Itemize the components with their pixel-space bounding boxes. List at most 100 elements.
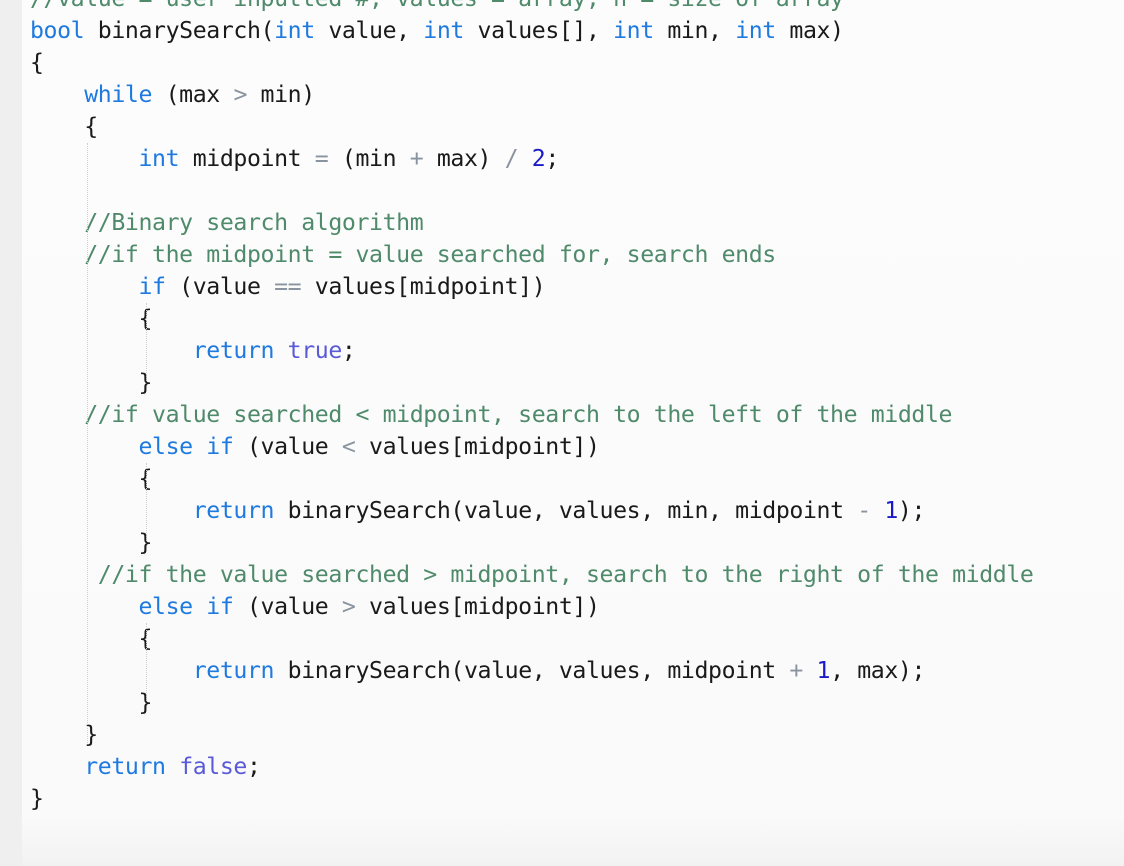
code-line[interactable]: } bbox=[30, 367, 1033, 399]
keyword: int bbox=[613, 17, 654, 44]
code-line[interactable]: { bbox=[30, 303, 1033, 335]
code-text: (value bbox=[233, 433, 342, 460]
indent-guide bbox=[146, 463, 147, 541]
keyword: return bbox=[84, 753, 166, 780]
code-line[interactable]: return false; bbox=[30, 751, 1033, 783]
comment: //value = user inputted #, values = arra… bbox=[30, 0, 844, 12]
code-text: ; bbox=[545, 145, 559, 172]
code-line[interactable]: //value = user inputted #, values = arra… bbox=[30, 0, 1033, 15]
operator: > bbox=[341, 593, 356, 620]
code-line[interactable]: bool binarySearch(int value, int values[… bbox=[30, 15, 1033, 47]
code-text: { bbox=[30, 113, 98, 140]
code-text: } bbox=[30, 785, 44, 812]
code-line[interactable]: return true; bbox=[30, 335, 1033, 367]
operator: == bbox=[274, 273, 302, 300]
literal: false bbox=[179, 753, 247, 780]
code-line[interactable]: { bbox=[30, 47, 1033, 79]
comment: //if the midpoint = value searched for, … bbox=[84, 241, 776, 268]
keyword: return bbox=[192, 657, 275, 684]
code-text: (value bbox=[165, 273, 275, 300]
code-text: max) bbox=[423, 145, 505, 172]
code-line[interactable]: return binarySearch(value, values, midpo… bbox=[30, 655, 1033, 687]
code-text: { bbox=[30, 49, 44, 76]
code-text: { bbox=[30, 625, 153, 652]
operator: < bbox=[341, 433, 356, 460]
code-line[interactable]: //if the midpoint = value searched for, … bbox=[30, 239, 1033, 271]
code-text: } bbox=[30, 369, 153, 396]
code-line[interactable]: { bbox=[30, 623, 1033, 655]
operator: = bbox=[314, 145, 329, 172]
code-line[interactable] bbox=[30, 175, 1033, 207]
keyword: return bbox=[192, 337, 275, 364]
code-line[interactable]: else if (value > values[midpoint]) bbox=[30, 591, 1033, 623]
code-line[interactable]: } bbox=[30, 527, 1033, 559]
code-editor[interactable]: //value = user inputted #, values = arra… bbox=[22, 0, 1124, 866]
code-text: , max); bbox=[830, 657, 926, 684]
code-text: values[midpoint]) bbox=[355, 593, 600, 620]
code-text: { bbox=[30, 305, 153, 332]
code-line[interactable]: { bbox=[30, 111, 1033, 143]
code-line[interactable]: int midpoint = (min + max) / 2; bbox=[30, 143, 1033, 175]
code-line[interactable]: } bbox=[30, 719, 1033, 751]
keyword: if bbox=[138, 273, 166, 300]
keyword: else if bbox=[138, 593, 234, 620]
code-text: binarySearch(value, values, min, midpoin… bbox=[274, 497, 858, 524]
code-line[interactable]: while (max > min) bbox=[30, 79, 1033, 111]
keyword: while bbox=[84, 81, 153, 108]
comment: //if the value searched > midpoint, sear… bbox=[97, 561, 1034, 588]
code-text: binarySearch(value, values, midpoint bbox=[274, 657, 790, 684]
code-line[interactable]: else if (value < values[midpoint]) bbox=[30, 431, 1033, 463]
indent-guide bbox=[146, 303, 147, 381]
comment: //if value searched < midpoint, search t… bbox=[84, 401, 953, 428]
code-line[interactable]: } bbox=[30, 687, 1033, 719]
operator: + bbox=[789, 657, 803, 684]
number: 1 bbox=[884, 497, 898, 524]
keyword: int bbox=[735, 17, 776, 44]
code-text: min) bbox=[247, 81, 316, 108]
keyword: return bbox=[192, 497, 275, 524]
code-text: values[midpoint]) bbox=[301, 273, 546, 300]
code-line[interactable]: return binarySearch(value, values, min, … bbox=[30, 495, 1033, 527]
code-text: min, bbox=[653, 17, 736, 44]
code-line[interactable]: if (value == values[midpoint]) bbox=[30, 271, 1033, 303]
code-text: (value bbox=[233, 593, 342, 620]
code-text: ; bbox=[341, 337, 356, 364]
code-text: values[], bbox=[463, 17, 614, 44]
code-line[interactable]: { bbox=[30, 463, 1033, 495]
keyword: int bbox=[423, 17, 464, 44]
operator: + bbox=[409, 145, 424, 172]
code-text: midpoint bbox=[179, 145, 315, 172]
code-text: max) bbox=[775, 17, 844, 44]
code-line[interactable]: } bbox=[30, 783, 1033, 815]
code-text: } bbox=[30, 529, 153, 556]
keyword: bool bbox=[30, 17, 85, 44]
indent-guide bbox=[146, 623, 147, 701]
code-text: ); bbox=[897, 497, 926, 524]
indent-guide bbox=[87, 143, 88, 743]
literal: true bbox=[287, 337, 343, 364]
code-content[interactable]: //value = user inputted #, values = arra… bbox=[30, 0, 1034, 815]
code-text: ; bbox=[247, 753, 261, 780]
number: 1 bbox=[816, 657, 831, 684]
code-line[interactable]: //if value searched < midpoint, search t… bbox=[30, 399, 1033, 431]
code-line[interactable]: //Binary search algorithm bbox=[30, 207, 1033, 239]
code-line[interactable]: //if the value searched > midpoint, sear… bbox=[30, 559, 1034, 591]
code-text: binarySearch( bbox=[84, 17, 275, 44]
keyword: else if bbox=[138, 433, 234, 460]
code-text: { bbox=[30, 465, 153, 492]
